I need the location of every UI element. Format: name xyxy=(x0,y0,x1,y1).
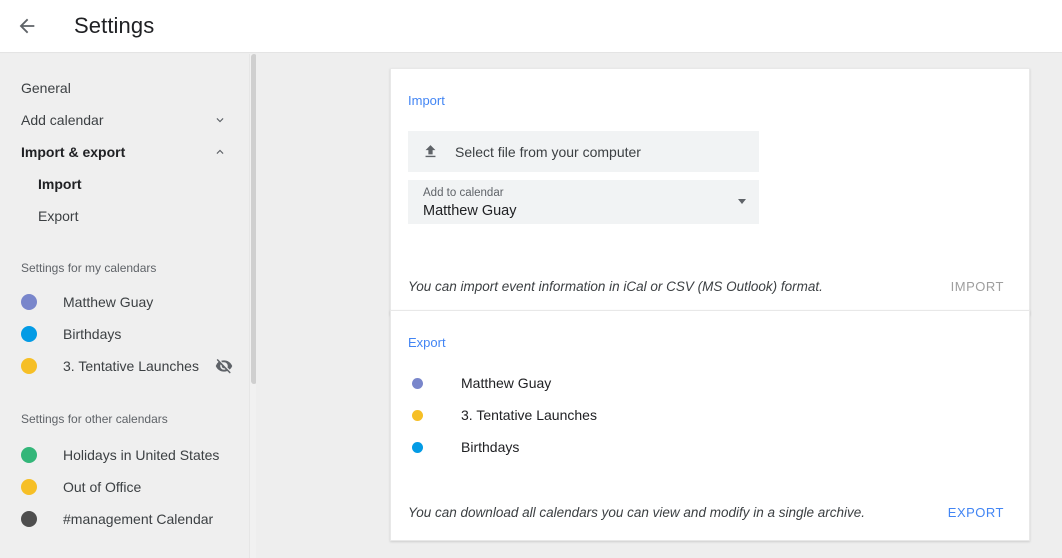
sidebar-item-label: General xyxy=(21,80,227,96)
calendar-color-dot xyxy=(21,511,37,527)
calendar-name: Birthdays xyxy=(461,439,519,455)
export-note: You can download all calendars you can v… xyxy=(408,505,940,520)
sidebar-item-label: Add calendar xyxy=(21,112,213,128)
import-card-title: Import xyxy=(391,69,1029,108)
import-button[interactable]: IMPORT xyxy=(943,271,1012,302)
chevron-up-icon xyxy=(213,145,227,159)
list-item[interactable]: Matthew Guay xyxy=(408,367,1008,399)
import-note: You can import event information in iCal… xyxy=(408,279,943,294)
add-to-calendar-label: Add to calendar xyxy=(423,186,759,201)
chevron-down-icon xyxy=(213,113,227,127)
calendar-name: Matthew Guay xyxy=(461,375,551,391)
calendar-name: Matthew Guay xyxy=(63,294,233,310)
back-button[interactable] xyxy=(5,4,49,48)
calendar-color-dot xyxy=(21,479,37,495)
add-to-calendar-select[interactable]: Add to calendar Matthew Guay xyxy=(408,180,759,224)
sidebar-item-import-export[interactable]: Import & export xyxy=(0,136,249,168)
export-card-footer: You can download all calendars you can v… xyxy=(391,484,1029,540)
select-file-label: Select file from your computer xyxy=(455,144,641,160)
calendar-name: Out of Office xyxy=(63,479,233,495)
other-calendars-heading: Settings for other calendars xyxy=(0,409,249,429)
upload-icon xyxy=(422,143,439,160)
list-item[interactable]: 3. Tentative Launches xyxy=(0,350,249,382)
sidebar-item-export[interactable]: Export xyxy=(0,200,249,232)
calendar-color-dot xyxy=(21,326,37,342)
my-calendars-list: Matthew Guay Birthdays 3. Tentative Laun… xyxy=(0,286,249,382)
chevron-down-icon xyxy=(738,199,746,204)
sidebar-scrollbar[interactable] xyxy=(249,54,256,558)
main-content: Import Select file from your computer Ad… xyxy=(256,54,1062,558)
import-card-footer: You can import event information in iCal… xyxy=(391,258,1029,314)
calendar-color-dot xyxy=(21,358,37,374)
sidebar-item-add-calendar[interactable]: Add calendar xyxy=(0,104,249,136)
arrow-left-icon xyxy=(16,15,38,37)
list-item[interactable]: #management Calendar xyxy=(0,503,249,535)
page-title: Settings xyxy=(74,13,154,39)
list-item[interactable]: 3. Tentative Launches xyxy=(408,399,1008,431)
calendar-color-dot xyxy=(412,378,423,389)
sidebar-item-import[interactable]: Import xyxy=(0,168,249,200)
add-to-calendar-value: Matthew Guay xyxy=(423,201,759,221)
my-calendars-heading: Settings for my calendars xyxy=(0,258,249,278)
calendar-name: #management Calendar xyxy=(63,511,233,527)
sidebar-item-general[interactable]: General xyxy=(0,72,249,104)
settings-sidebar: General Add calendar Import & export Imp… xyxy=(0,54,249,558)
other-calendars-list: Holidays in United States Out of Office … xyxy=(0,439,249,535)
sidebar-item-label: Import xyxy=(38,176,227,192)
sidebar-item-label: Export xyxy=(38,208,227,224)
calendar-color-dot xyxy=(21,294,37,310)
list-item[interactable]: Birthdays xyxy=(408,431,1008,463)
export-card-title: Export xyxy=(391,311,1029,350)
calendar-color-dot xyxy=(412,442,423,453)
list-item[interactable]: Birthdays xyxy=(0,318,249,350)
sidebar-item-label: Import & export xyxy=(21,144,213,160)
calendar-name: 3. Tentative Launches xyxy=(461,407,597,423)
select-file-button[interactable]: Select file from your computer xyxy=(408,131,759,172)
calendar-color-dot xyxy=(21,447,37,463)
export-button[interactable]: EXPORT xyxy=(940,497,1012,528)
export-calendar-list: Matthew Guay 3. Tentative Launches Birth… xyxy=(408,367,1008,463)
app-header: Settings xyxy=(0,0,1062,53)
list-item[interactable]: Holidays in United States xyxy=(0,439,249,471)
settings-page: Settings General Add calendar Import & e… xyxy=(0,0,1062,558)
list-item[interactable]: Out of Office xyxy=(0,471,249,503)
list-item[interactable]: Matthew Guay xyxy=(0,286,249,318)
calendar-color-dot xyxy=(412,410,423,421)
calendar-name: Birthdays xyxy=(63,326,233,342)
calendar-name: Holidays in United States xyxy=(63,447,233,463)
import-card: Import Select file from your computer Ad… xyxy=(390,68,1030,315)
calendar-name: 3. Tentative Launches xyxy=(63,358,215,374)
export-card: Export Matthew Guay 3. Tentative Launche… xyxy=(390,310,1030,541)
visibility-off-icon[interactable] xyxy=(215,357,233,375)
